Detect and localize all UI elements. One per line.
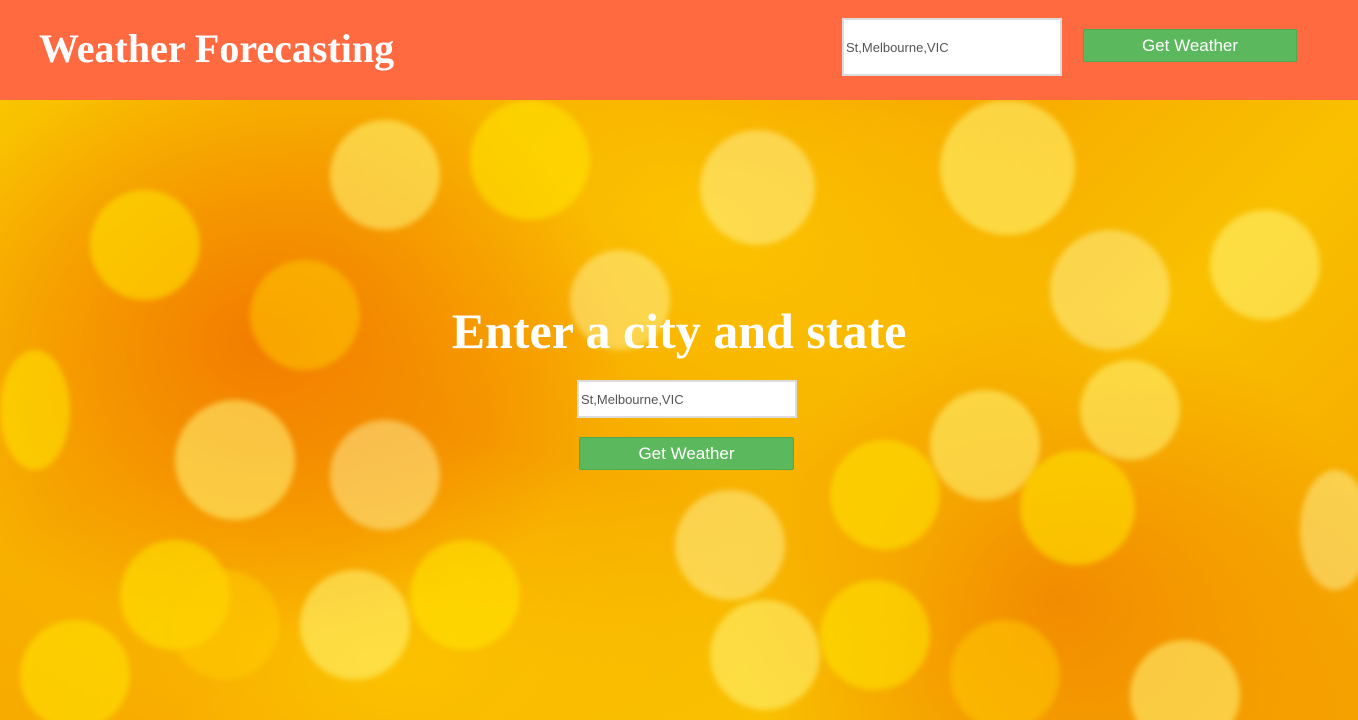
header-city-input[interactable] bbox=[842, 18, 1062, 76]
hero-section: Enter a city and state Get Weather bbox=[0, 100, 1358, 720]
hero-heading: Enter a city and state bbox=[451, 303, 907, 359]
site-title: Weather Forecasting bbox=[39, 26, 395, 71]
hero-get-weather-button[interactable]: Get Weather bbox=[579, 437, 794, 470]
hero-city-input[interactable] bbox=[577, 380, 797, 418]
header-get-weather-button[interactable]: Get Weather bbox=[1083, 29, 1297, 62]
top-header-bar: Weather Forecasting Get Weather bbox=[0, 0, 1358, 100]
